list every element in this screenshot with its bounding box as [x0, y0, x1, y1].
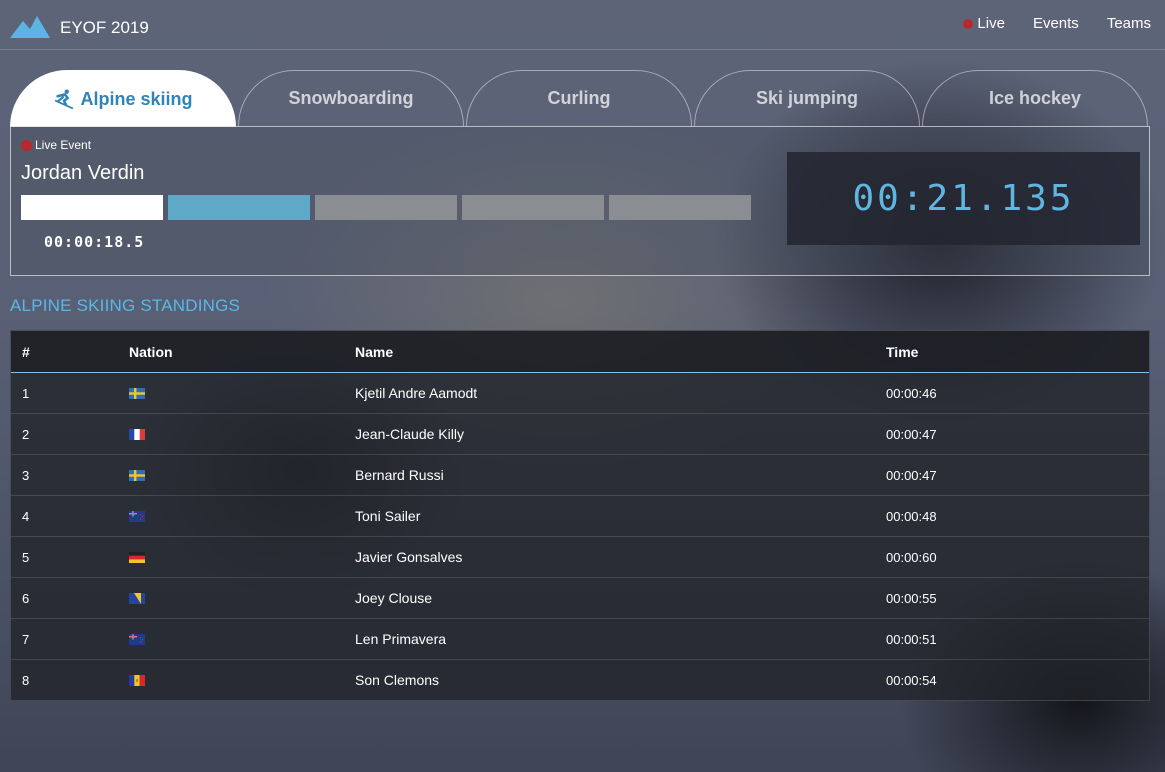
- column-header-rank[interactable]: #: [11, 344, 129, 360]
- sweden-flag-icon: [129, 387, 145, 399]
- time-cell: 00:00:47: [886, 467, 937, 483]
- progress-segment: [462, 195, 604, 220]
- run-progress: [21, 195, 751, 220]
- germany-flag-icon: [129, 551, 145, 563]
- rank-cell: 1: [22, 385, 30, 401]
- nation-cell: [129, 510, 355, 522]
- mountain-logo-icon[interactable]: [10, 14, 50, 38]
- nav-events[interactable]: Events: [1033, 15, 1079, 32]
- tab-ice-hockey[interactable]: Ice hockey: [922, 70, 1148, 126]
- bosnia-flag-icon: [129, 592, 145, 604]
- column-header-name[interactable]: Name: [355, 344, 886, 360]
- athlete-name-cell: Len Primavera: [355, 631, 447, 647]
- andorra-flag-icon: [129, 674, 145, 686]
- tab-curling[interactable]: Curling: [466, 70, 692, 126]
- live-dot-icon: [21, 139, 32, 151]
- tab-alpine-skiing[interactable]: Alpine skiing: [10, 70, 236, 127]
- athlete-name-cell: Bernard Russi: [355, 467, 444, 483]
- time-cell: 00:00:51: [886, 631, 937, 647]
- standings-table: # Nation Name Time 1 Kjetil Andre Aamodt 0…: [10, 330, 1150, 701]
- rank-cell: 5: [22, 549, 30, 565]
- skier-icon: [55, 89, 74, 110]
- rank-cell: 4: [22, 508, 30, 524]
- nav-live-label: Live: [977, 15, 1005, 32]
- progress-segment: [21, 195, 163, 220]
- table-header: # Nation Name Time: [11, 331, 1149, 373]
- column-header-nation[interactable]: Nation: [129, 344, 355, 360]
- nation-cell: [129, 592, 355, 604]
- live-event-label: Live Event: [35, 138, 92, 152]
- time-cell: 00:00:48: [886, 508, 937, 524]
- athlete-name-cell: Kjetil Andre Aamodt: [355, 385, 478, 401]
- athlete-name-cell: Son Clemons: [355, 672, 440, 688]
- sport-tabs: Alpine skiing Snowboarding Curling Ski j…: [10, 70, 1150, 127]
- live-event-panel: Live Event Jordan Verdin 00:00:18.5 00:2…: [10, 126, 1150, 276]
- progress-segment: [168, 195, 310, 220]
- table-row[interactable]: 1 Kjetil Andre Aamodt 00:00:46: [11, 373, 1149, 414]
- table-body: 1 Kjetil Andre Aamodt 00:00:46 2 Jean-Claude…: [11, 373, 1149, 700]
- athlete-name-cell: Javier Gonsalves: [355, 549, 463, 565]
- top-bar: EYOF 2019 Live Events Teams: [0, 0, 1165, 50]
- time-cell: 00:00:60: [886, 549, 937, 565]
- nation-cell: [129, 469, 355, 481]
- time-cell: 00:00:46: [886, 385, 937, 401]
- table-row[interactable]: 8 Son Clemons 00:00:54: [11, 660, 1149, 700]
- column-header-time[interactable]: Time: [886, 344, 1149, 360]
- tab-ski-jumping[interactable]: Ski jumping: [694, 70, 920, 126]
- time-cell: 00:00:47: [886, 426, 937, 442]
- rank-cell: 3: [22, 467, 30, 483]
- elapsed-time: 00:00:18.5: [44, 233, 145, 251]
- table-row[interactable]: 6 Joey Clouse 00:00:55: [11, 578, 1149, 619]
- nation-cell: [129, 428, 355, 440]
- race-clock: 00:21.135: [787, 152, 1140, 245]
- tab-snowboarding[interactable]: Snowboarding: [238, 70, 464, 126]
- progress-segment: [609, 195, 751, 220]
- athlete-name-cell: Jean-Claude Killy: [355, 426, 464, 442]
- time-cell: 00:00:54: [886, 672, 937, 688]
- table-row[interactable]: 5 Javier Gonsalves 00:00:60: [11, 537, 1149, 578]
- nav-teams[interactable]: Teams: [1107, 15, 1151, 32]
- race-clock-value: 00:21.135: [852, 178, 1075, 219]
- nation-cell: [129, 387, 355, 399]
- nation-cell: [129, 551, 355, 563]
- new-zealand-flag-icon: [129, 510, 145, 522]
- nav-live[interactable]: Live: [963, 15, 1005, 32]
- france-flag-icon: [129, 428, 145, 440]
- rank-cell: 7: [22, 631, 30, 647]
- athlete-name-cell: Toni Sailer: [355, 508, 421, 524]
- table-row[interactable]: 4 Toni Sailer 00:00:48: [11, 496, 1149, 537]
- table-row[interactable]: 2 Jean-Claude Killy 00:00:47: [11, 414, 1149, 455]
- live-dot-icon: [963, 18, 974, 29]
- rank-cell: 8: [22, 672, 30, 688]
- new-zealand-flag-icon: [129, 633, 145, 645]
- table-row[interactable]: 7 Len Primavera 00:00:51: [11, 619, 1149, 660]
- table-row[interactable]: 3 Bernard Russi 00:00:47: [11, 455, 1149, 496]
- brand-title[interactable]: EYOF 2019: [60, 18, 149, 38]
- standings-title: ALPINE SKIING STANDINGS: [10, 296, 241, 315]
- nation-cell: [129, 674, 355, 686]
- tab-label: Alpine skiing: [80, 88, 193, 109]
- athlete-name: Jordan Verdin: [21, 162, 145, 184]
- athlete-name-cell: Joey Clouse: [355, 590, 433, 606]
- live-event-badge: Live Event: [21, 138, 91, 152]
- nation-cell: [129, 633, 355, 645]
- progress-segment: [315, 195, 457, 220]
- rank-cell: 2: [22, 426, 30, 442]
- main-nav: Live Events Teams: [963, 15, 1151, 32]
- rank-cell: 6: [22, 590, 30, 606]
- time-cell: 00:00:55: [886, 590, 937, 606]
- sweden-flag-icon: [129, 469, 145, 481]
